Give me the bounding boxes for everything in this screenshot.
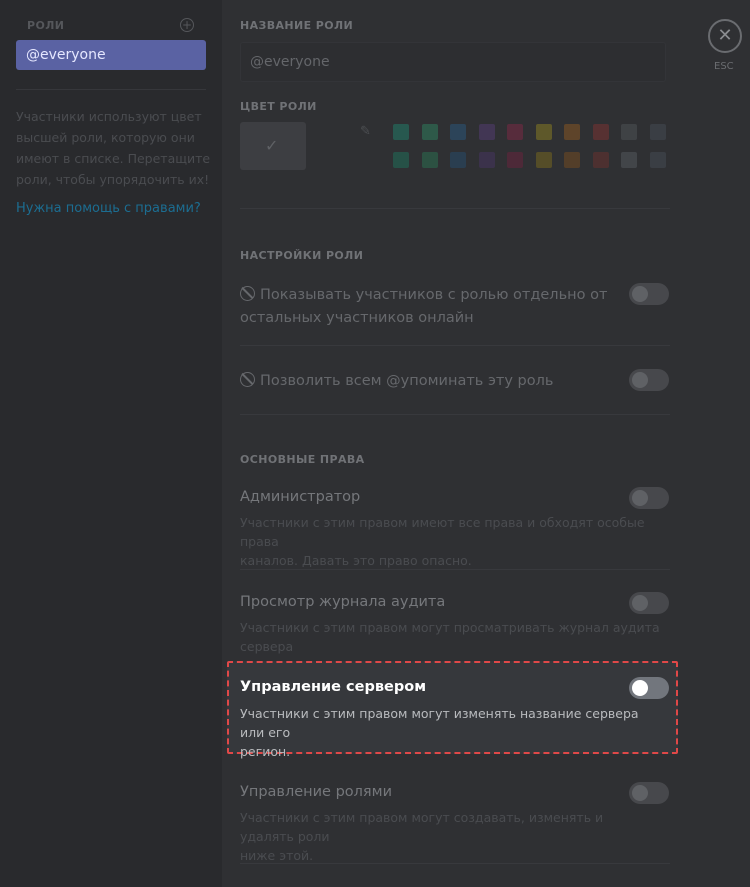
color-swatch[interactable] xyxy=(564,124,580,140)
perm-manage-roles-desc-2: ниже этой. xyxy=(240,848,314,863)
color-swatch[interactable] xyxy=(535,152,552,168)
divider xyxy=(240,208,670,209)
eyedropper-icon[interactable]: ✎ xyxy=(360,124,371,139)
roles-header: РОЛИ xyxy=(27,19,65,32)
default-color-swatch[interactable]: ✓ xyxy=(240,122,306,170)
blocked-icon xyxy=(240,372,255,387)
toggle-knob xyxy=(632,785,648,801)
sidebar-description: Участники используют цвет высшей роли, к… xyxy=(16,109,211,187)
audit-toggle[interactable] xyxy=(629,592,669,614)
color-swatch[interactable] xyxy=(621,124,637,140)
help-link[interactable]: Нужна помощь с правами? xyxy=(16,201,201,216)
role-name-input[interactable]: @everyone xyxy=(240,42,666,82)
color-swatch[interactable] xyxy=(535,124,552,140)
perm-manage-roles-desc: Участники с этим правом могут создавать,… xyxy=(240,808,660,865)
divider xyxy=(240,863,670,864)
divider xyxy=(240,414,670,415)
perm-admin-desc-2: каналов. Давать это право опасно. xyxy=(240,553,472,568)
mentionable-toggle[interactable] xyxy=(629,369,669,391)
color-swatch[interactable] xyxy=(649,152,666,168)
color-swatch[interactable] xyxy=(592,152,609,168)
setting-hoist: Показывать участников с ролью отдельно о… xyxy=(240,284,607,330)
perm-admin-desc: Участники с этим правом имеют все права … xyxy=(240,513,660,570)
perm-manage-roles-title: Управление ролями xyxy=(240,784,393,800)
add-role-icon[interactable]: + xyxy=(180,18,194,32)
permissions-label: ОСНОВНЫЕ ПРАВА xyxy=(240,453,365,466)
perm-manage-roles-desc-1: Участники с этим правом могут создавать,… xyxy=(240,810,604,844)
role-item-everyone[interactable]: @everyone xyxy=(16,40,206,70)
color-swatch[interactable] xyxy=(450,152,466,168)
toggle-knob xyxy=(632,595,648,611)
hoist-toggle[interactable] xyxy=(629,283,669,305)
color-swatch[interactable] xyxy=(478,152,495,168)
color-swatch[interactable] xyxy=(564,152,580,168)
sidebar: РОЛИ + @everyone Участники используют цв… xyxy=(0,0,222,887)
divider xyxy=(240,569,670,570)
setting-hoist-line1: Показывать участников с ролью отдельно о… xyxy=(260,287,608,303)
manage-server-toggle[interactable] xyxy=(629,677,669,699)
perm-audit-title: Просмотр журнала аудита xyxy=(240,594,446,610)
check-icon: ✓ xyxy=(265,136,279,155)
toggle-knob xyxy=(632,286,648,302)
perm-admin-desc-1: Участники с этим правом имеют все права … xyxy=(240,515,645,549)
color-swatch[interactable] xyxy=(507,152,523,168)
setting-hoist-line2: остальных участников онлайн xyxy=(240,310,474,326)
color-swatch[interactable] xyxy=(507,124,523,140)
perm-admin-title: Администратор xyxy=(240,489,361,505)
close-icon: ✕ xyxy=(717,25,733,46)
color-swatch[interactable] xyxy=(450,124,466,140)
perm-manage-server-desc-1: Участники с этим правом могут изменять н… xyxy=(240,706,639,740)
role-name-label: НАЗВАНИЕ РОЛИ xyxy=(240,19,354,32)
role-color-label: ЦВЕТ РОЛИ xyxy=(240,100,317,113)
divider xyxy=(240,345,670,346)
toggle-knob xyxy=(632,680,648,696)
color-swatch[interactable] xyxy=(621,152,637,168)
perm-audit-desc: Участники с этим правом могут просматрив… xyxy=(240,620,660,654)
close-button[interactable]: ✕ xyxy=(708,19,742,53)
setting-mentionable: Позволить всем @упоминать эту роль xyxy=(240,370,553,393)
color-swatch[interactable] xyxy=(649,124,666,140)
blocked-icon xyxy=(240,286,255,301)
toggle-knob xyxy=(632,372,648,388)
color-swatch[interactable] xyxy=(421,152,438,168)
color-swatch[interactable] xyxy=(478,124,495,140)
setting-mentionable-text: Позволить всем @упоминать эту роль xyxy=(260,373,554,389)
perm-manage-server-desc: Участники с этим правом могут изменять н… xyxy=(240,704,660,761)
color-swatch[interactable] xyxy=(393,152,409,168)
color-swatch[interactable] xyxy=(592,124,609,140)
color-swatch[interactable] xyxy=(393,124,409,140)
role-settings-label: НАСТРОЙКИ РОЛИ xyxy=(240,249,364,262)
admin-toggle[interactable] xyxy=(629,487,669,509)
manage-roles-toggle[interactable] xyxy=(629,782,669,804)
esc-label: ESC xyxy=(714,61,734,72)
perm-manage-server-title: Управление сервером xyxy=(240,679,427,695)
perm-manage-server-desc-2: регион. xyxy=(240,744,291,759)
color-swatch[interactable] xyxy=(421,124,438,140)
toggle-knob xyxy=(632,490,648,506)
sidebar-divider xyxy=(16,89,206,90)
